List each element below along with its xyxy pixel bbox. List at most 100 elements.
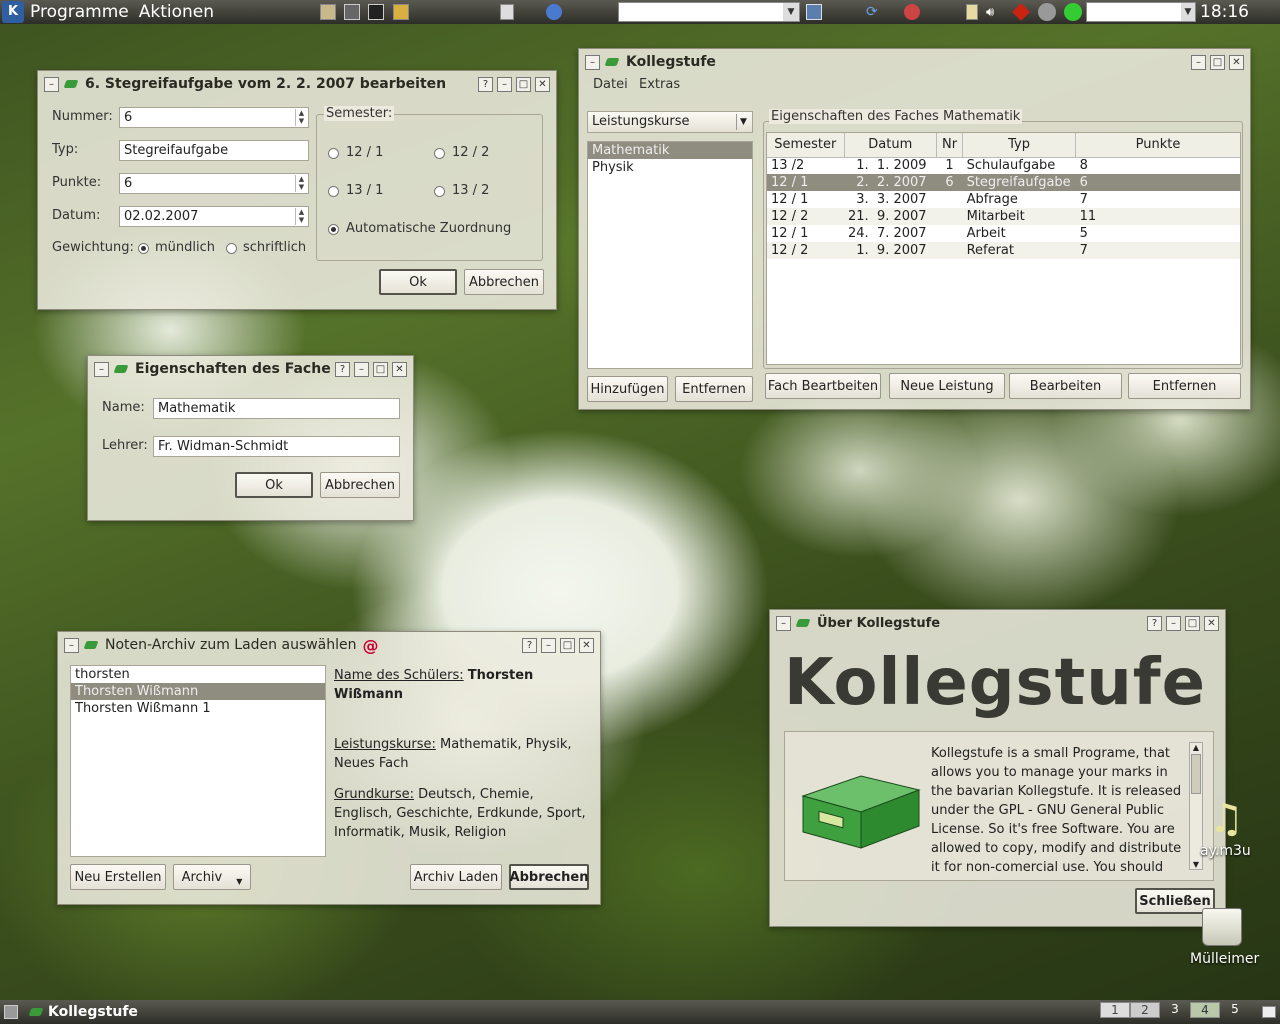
- volume-icon[interactable]: 🔊︎: [986, 5, 994, 20]
- radio-muendlich[interactable]: [138, 243, 149, 254]
- scroll-down-icon[interactable]: ▼: [1190, 860, 1202, 869]
- menu-aktionen[interactable]: Aktionen: [139, 2, 214, 22]
- grades-table[interactable]: Semester Datum Nr Typ Punkte 13 /2 1. 1. …: [766, 132, 1241, 365]
- nummer-spinbox[interactable]: 6 ▲ ▼: [119, 107, 309, 128]
- spin-arrows-icon[interactable]: ▲ ▼: [295, 109, 307, 126]
- radio-schriftlich[interactable]: [226, 243, 237, 254]
- add-subject-button[interactable]: Hinzufügen: [587, 376, 668, 402]
- help-button[interactable]: ?: [335, 361, 350, 377]
- table-row[interactable]: 12 / 1 24. 7. 2007 Arbeit 5: [767, 225, 1240, 242]
- scroll-thumb[interactable]: [1191, 754, 1201, 794]
- table-row[interactable]: 12 / 2 1. 9. 2007 Referat 7: [767, 242, 1240, 259]
- taskbar-kollegstufe[interactable]: Kollegstufe: [48, 1004, 138, 1020]
- window-menu-button[interactable]: –: [94, 361, 109, 377]
- help-button[interactable]: ?: [478, 76, 493, 92]
- table-row[interactable]: 13 /2 1. 1. 2009 1 Schulaufgabe 8: [767, 157, 1240, 174]
- help-button[interactable]: ?: [522, 637, 537, 653]
- title-bar[interactable]: – Noten-Archiv zum Laden auswählen @ ? –…: [58, 632, 600, 658]
- list-item[interactable]: Thorsten Wißmann: [71, 683, 325, 700]
- list-item[interactable]: Mathematik: [588, 142, 752, 159]
- window-menu-button[interactable]: –: [44, 76, 59, 92]
- maximize-button[interactable]: □: [1185, 615, 1200, 631]
- spin-arrows-icon[interactable]: ▲ ▼: [295, 175, 307, 192]
- film-icon[interactable]: [344, 4, 360, 20]
- menu-datei[interactable]: Datei: [593, 77, 628, 92]
- playlist-label[interactable]: ay.m3u: [1200, 843, 1251, 859]
- archive-list[interactable]: thorsten Thorsten Wißmann Thorsten Wißma…: [70, 665, 326, 857]
- title-bar[interactable]: – 6. Stegreifaufgabe vom 2. 2. 2007 bear…: [38, 71, 556, 97]
- close-button[interactable]: ✕: [1204, 615, 1219, 631]
- maximize-button[interactable]: □: [516, 76, 531, 92]
- window-menu-button[interactable]: –: [776, 615, 791, 631]
- minimize-button[interactable]: –: [354, 361, 369, 377]
- close-button[interactable]: ✕: [579, 637, 594, 653]
- close-button[interactable]: ✕: [392, 361, 407, 377]
- list-item[interactable]: Thorsten Wißmann 1: [71, 700, 325, 717]
- image-icon[interactable]: [806, 4, 822, 20]
- close-button[interactable]: ✕: [535, 76, 550, 92]
- delete-grade-button[interactable]: Entfernen: [1128, 373, 1241, 399]
- cancel-button[interactable]: Abbrechen: [509, 864, 589, 890]
- remove-subject-button[interactable]: Entfernen: [675, 376, 753, 402]
- table-row[interactable]: 12 / 2 21. 9. 2007 Mitarbeit 11: [767, 208, 1240, 225]
- cancel-button[interactable]: Abbrechen: [464, 269, 544, 295]
- minimize-button[interactable]: –: [1191, 54, 1206, 70]
- maximize-button[interactable]: □: [560, 637, 575, 653]
- window-menu-button[interactable]: –: [585, 54, 600, 70]
- spin-arrows-icon[interactable]: ▲ ▼: [295, 208, 307, 225]
- radio-13-2[interactable]: [434, 186, 445, 197]
- lehrer-field[interactable]: Fr. Widman-Schmidt: [153, 436, 400, 457]
- show-desktop-icon[interactable]: [4, 1005, 18, 1019]
- chevron-down-icon[interactable]: ▼: [736, 114, 750, 130]
- table-row[interactable]: 12 / 1 2. 2. 2007 6 Stegreifaufgabe 6: [767, 174, 1240, 191]
- close-button[interactable]: ✕: [1229, 54, 1244, 70]
- menu-extras[interactable]: Extras: [639, 77, 680, 92]
- list-item[interactable]: thorsten: [71, 666, 325, 683]
- archive-menu-button[interactable]: Archiv ▼: [173, 864, 251, 890]
- new-archive-button[interactable]: Neu Erstellen: [70, 864, 166, 890]
- column-header-nr[interactable]: Nr: [936, 133, 964, 158]
- network-icon[interactable]: [904, 4, 920, 20]
- radio-12-2[interactable]: [434, 148, 445, 159]
- desktop-5[interactable]: 5: [1220, 1002, 1250, 1018]
- desktop-1[interactable]: 1: [1100, 1002, 1130, 1018]
- desktop-2[interactable]: 2: [1130, 1002, 1160, 1018]
- ok-button[interactable]: Ok: [235, 472, 313, 498]
- punkte-spinbox[interactable]: 6 ▲ ▼: [119, 173, 309, 194]
- terminal-icon[interactable]: [368, 4, 384, 20]
- cancel-button[interactable]: Abbrechen: [320, 472, 400, 498]
- datum-spinbox[interactable]: 02.02.2007 ▲ ▼: [119, 206, 309, 227]
- minimize-button[interactable]: –: [1166, 615, 1181, 631]
- trash-icon[interactable]: [1202, 908, 1242, 946]
- title-bar[interactable]: – Über Kollegstufe ? – □ ✕: [770, 610, 1225, 636]
- chevron-down-icon[interactable]: ▼: [783, 3, 799, 21]
- edit-grade-button[interactable]: Bearbeiten: [1009, 373, 1122, 399]
- ok-button[interactable]: Ok: [379, 269, 457, 295]
- column-header-datum[interactable]: Datum: [844, 133, 938, 158]
- maximize-button[interactable]: □: [373, 361, 388, 377]
- column-header-typ[interactable]: Typ: [962, 133, 1077, 158]
- maximize-button[interactable]: □: [1210, 54, 1225, 70]
- radio-auto[interactable]: [328, 224, 339, 235]
- course-type-combo[interactable]: Leistungskurse ▼: [587, 111, 753, 133]
- help-button[interactable]: ?: [1147, 615, 1162, 631]
- column-header-semester[interactable]: Semester: [767, 133, 845, 158]
- new-grade-button[interactable]: Neue Leistung: [889, 373, 1005, 399]
- ruby-icon[interactable]: [1012, 3, 1030, 21]
- column-header-punkte[interactable]: Punkte: [1075, 133, 1240, 158]
- radio-12-1[interactable]: [328, 148, 339, 159]
- menu-programme[interactable]: Programme: [30, 2, 129, 22]
- minimize-button[interactable]: –: [497, 76, 512, 92]
- window-menu-button[interactable]: –: [64, 637, 79, 653]
- search-combo[interactable]: ▼: [1086, 2, 1196, 22]
- browser-icon[interactable]: [546, 4, 562, 20]
- clock-applet-icon[interactable]: [1038, 3, 1056, 21]
- clock[interactable]: 18:16: [1200, 2, 1249, 22]
- desktop-4[interactable]: 4: [1190, 1002, 1220, 1018]
- url-combo[interactable]: ▼: [618, 2, 800, 22]
- notes-icon[interactable]: [393, 4, 409, 20]
- typ-field[interactable]: Stegreifaufgabe: [119, 140, 309, 161]
- home-icon[interactable]: [320, 4, 336, 20]
- scroll-up-icon[interactable]: ▲: [1190, 743, 1202, 752]
- name-field[interactable]: Mathematik: [153, 398, 400, 419]
